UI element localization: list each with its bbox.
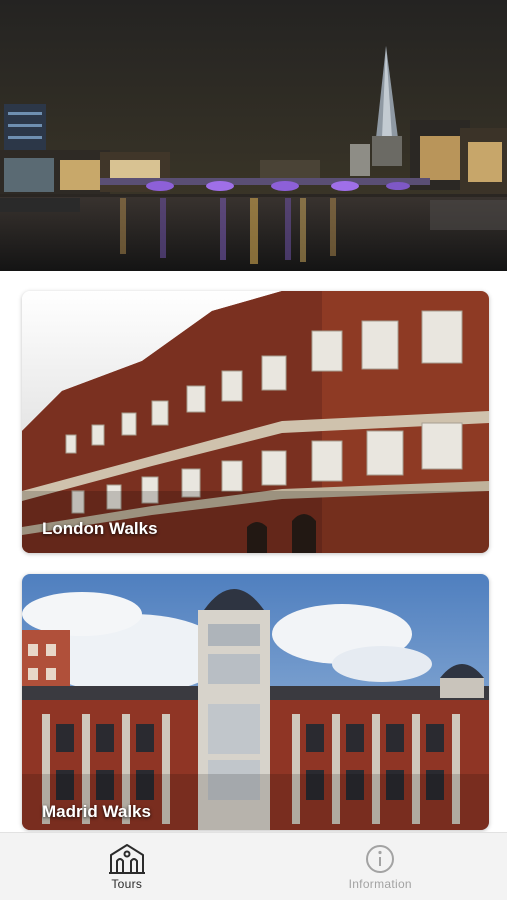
tour-image-london: [22, 291, 489, 553]
tour-title: Madrid Walks: [42, 802, 151, 821]
app-screen: London Walks Madrid Walks Tours Informat…: [0, 0, 507, 900]
tour-title: London Walks: [42, 519, 158, 538]
nav-tab-label: Information: [348, 877, 412, 891]
tour-image-madrid: [22, 574, 489, 830]
nav-tab-label: Tours: [111, 877, 143, 891]
tour-card-london[interactable]: London Walks: [22, 291, 489, 553]
bottom-navigation: Tours Information: [0, 832, 507, 900]
building-icon: [108, 844, 145, 874]
info-circle-icon: [366, 845, 395, 873]
nav-tab-tours[interactable]: Tours: [0, 833, 254, 900]
hero-image-london-night: [0, 0, 507, 271]
tour-card-madrid[interactable]: Madrid Walks: [22, 574, 489, 830]
nav-tab-information[interactable]: Information: [254, 833, 507, 900]
